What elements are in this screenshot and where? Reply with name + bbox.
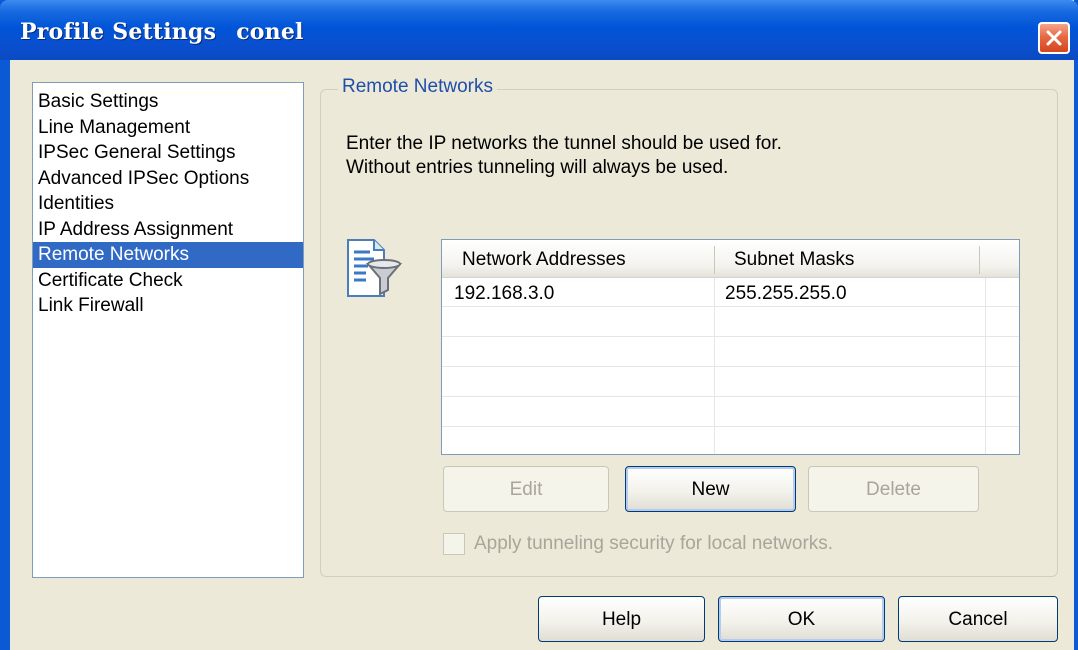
column-header-subnet-masks[interactable]: Subnet Masks	[714, 240, 979, 278]
column-header-filler	[979, 240, 1019, 278]
edit-button[interactable]: Edit	[443, 466, 609, 512]
close-button[interactable]	[1038, 22, 1070, 54]
cancel-button[interactable]: Cancel	[898, 596, 1058, 642]
intro-text-line-1: Enter the IP networks the tunnel should …	[346, 133, 782, 154]
window-title-text: Profile Settings	[20, 19, 217, 45]
filter-icon	[347, 239, 403, 297]
new-button[interactable]: New	[625, 466, 796, 512]
apply-tunneling-local-checkbox[interactable]	[443, 533, 465, 555]
grid-line	[442, 336, 1019, 337]
nav-item-ip-address-assignment[interactable]: IP Address Assignment	[33, 217, 303, 243]
nav-item-remote-networks[interactable]: Remote Networks	[33, 242, 303, 268]
window-title-profile: conel	[236, 19, 304, 45]
cell-network-address[interactable]: 192.168.3.0	[454, 280, 554, 308]
window-title: Profile Settings conel	[20, 19, 304, 45]
column-header-network-addresses[interactable]: Network Addresses	[442, 240, 714, 278]
column-separator[interactable]	[979, 246, 980, 274]
nav-item-link-firewall[interactable]: Link Firewall	[33, 293, 303, 319]
intro-text-line-2: Without entries tunneling will always be…	[346, 157, 729, 178]
nav-item-line-management[interactable]: Line Management	[33, 115, 303, 141]
nav-item-certificate-check[interactable]: Certificate Check	[33, 268, 303, 294]
nav-item-advanced-ipsec-options[interactable]: Advanced IPSec Options	[33, 166, 303, 192]
grid-line	[442, 366, 1019, 367]
group-title: Remote Networks	[338, 76, 497, 98]
nav-item-identities[interactable]: Identities	[33, 191, 303, 217]
column-separator[interactable]	[714, 246, 715, 274]
grid-line	[442, 396, 1019, 397]
title-bar[interactable]: Profile Settings conel	[0, 0, 1078, 60]
nav-item-basic-settings[interactable]: Basic Settings	[33, 89, 303, 115]
settings-category-list[interactable]: Basic Settings Line Management IPSec Gen…	[32, 82, 304, 578]
nav-item-ipsec-general-settings[interactable]: IPSec General Settings	[33, 140, 303, 166]
cell-subnet-mask[interactable]: 255.255.255.0	[725, 280, 847, 308]
delete-button[interactable]: Delete	[808, 466, 979, 512]
apply-tunneling-local-label: Apply tunneling security for local netwo…	[474, 533, 834, 554]
close-icon	[1046, 30, 1062, 46]
grid-line	[442, 426, 1019, 427]
ok-button[interactable]: OK	[718, 596, 885, 642]
remote-networks-table[interactable]: Network Addresses Subnet Masks 192.168.3…	[441, 239, 1020, 455]
help-button[interactable]: Help	[538, 596, 705, 642]
